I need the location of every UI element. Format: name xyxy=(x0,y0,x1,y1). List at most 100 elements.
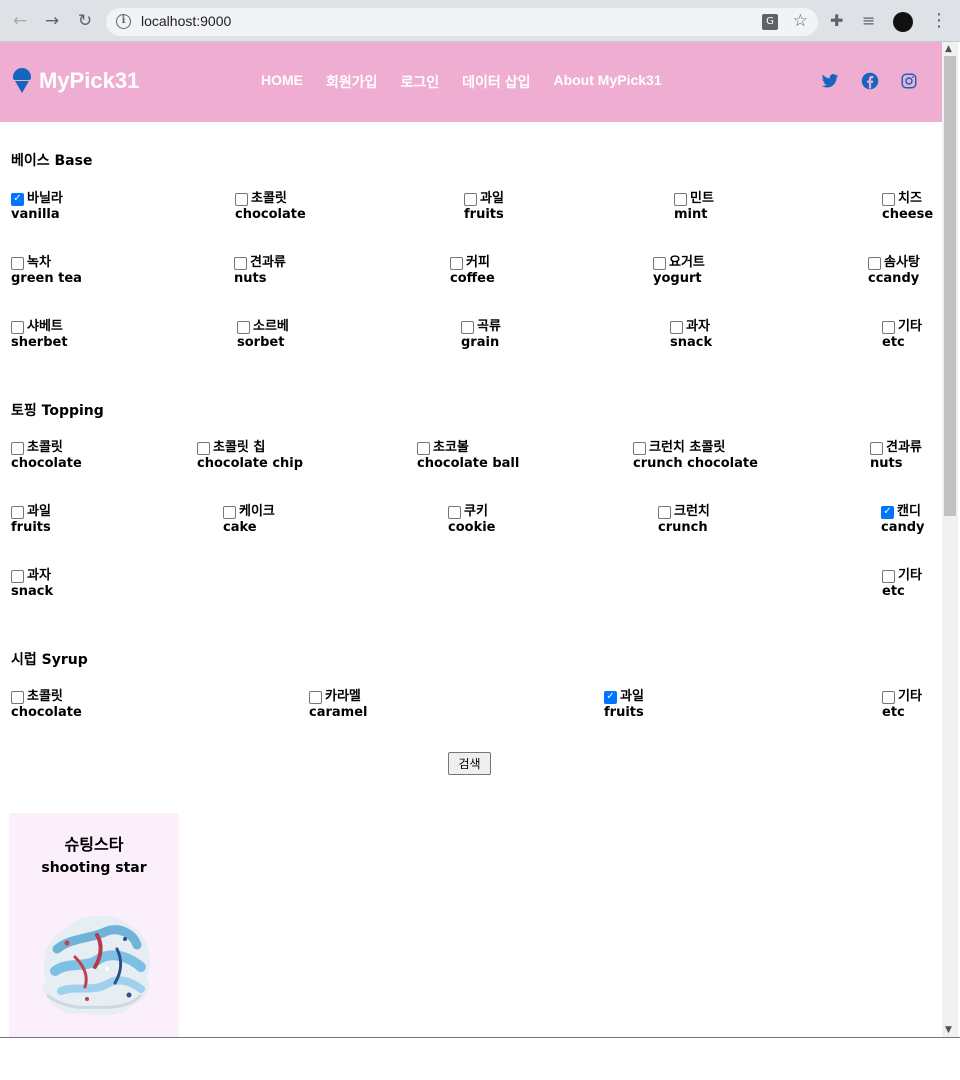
topping-checkbox[interactable] xyxy=(448,505,461,519)
nav-login[interactable]: 로그인 xyxy=(401,72,440,92)
base-option[interactable]: 샤베트 sherbet xyxy=(11,319,68,351)
base-option[interactable]: 과자 snack xyxy=(670,319,712,351)
nav-insert-data[interactable]: 데이터 삽입 xyxy=(462,72,530,92)
reading-list-icon[interactable]: ≡ xyxy=(862,11,875,31)
topping-option[interactable]: 케이크 cake xyxy=(223,504,275,536)
site-logo[interactable]: MyPick31 xyxy=(12,68,139,94)
topping-option[interactable]: 쿠키 cookie xyxy=(448,504,496,536)
base-option[interactable]: 녹차 green tea xyxy=(11,255,82,287)
syrup-option[interactable]: 카라멜 caramel xyxy=(309,689,367,721)
topping-option[interactable]: 크런치 crunch xyxy=(658,504,710,536)
topping-checkbox[interactable] xyxy=(11,441,24,455)
topping-checkbox[interactable] xyxy=(11,505,24,519)
topping-option[interactable]: 견과류 nuts xyxy=(870,440,922,472)
base-checkbox[interactable] xyxy=(11,256,24,270)
base-option[interactable]: 요거트 yogurt xyxy=(653,255,705,287)
base-checkbox[interactable] xyxy=(882,320,895,334)
url-text[interactable]: localhost:9000 xyxy=(141,13,231,29)
base-checkbox[interactable] xyxy=(234,256,247,270)
base-option[interactable]: 소르베 sorbet xyxy=(237,319,289,351)
base-checkbox[interactable] xyxy=(670,320,683,334)
nav-about[interactable]: About MyPick31 xyxy=(553,72,661,92)
nav-home[interactable]: HOME xyxy=(261,72,303,92)
nav-signup[interactable]: 회원가입 xyxy=(326,72,378,92)
topping-option-kr: 초코볼 xyxy=(433,440,469,455)
base-option[interactable]: ✓ 바닐라 vanilla xyxy=(11,191,63,223)
topping-checkbox[interactable] xyxy=(870,441,883,455)
syrup-option[interactable]: 기타 etc xyxy=(882,689,922,721)
base-option-kr: 곡류 xyxy=(477,319,501,334)
syrup-option[interactable]: ✓ 과일 fruits xyxy=(604,689,644,721)
syrup-option-kr: 카라멜 xyxy=(325,689,361,704)
base-checkbox[interactable] xyxy=(235,192,248,206)
address-bar[interactable]: i localhost:9000 G ☆ xyxy=(106,8,818,36)
syrup-checkbox[interactable]: ✓ xyxy=(604,690,617,704)
bookmark-star-icon[interactable]: ☆ xyxy=(793,11,808,31)
twitter-icon[interactable] xyxy=(821,72,841,92)
vertical-scrollbar[interactable]: ▲ ▼ xyxy=(942,42,958,1037)
top-nav: HOME 회원가입 로그인 데이터 삽입 About MyPick31 xyxy=(261,72,662,92)
syrup-checkbox[interactable] xyxy=(309,690,322,704)
base-option[interactable]: 솜사탕 ccandy xyxy=(868,255,920,287)
menu-kebab-icon[interactable]: ⋮ xyxy=(930,10,948,31)
base-checkbox[interactable] xyxy=(653,256,666,270)
base-checkbox[interactable] xyxy=(237,320,250,334)
base-checkbox[interactable] xyxy=(882,192,895,206)
scroll-down-arrow-icon[interactable]: ▼ xyxy=(945,1025,952,1035)
logo-text[interactable]: MyPick31 xyxy=(39,68,139,94)
scroll-up-arrow-icon[interactable]: ▲ xyxy=(945,44,952,54)
syrup-checkbox[interactable] xyxy=(11,690,24,704)
topping-option[interactable]: 과자 snack xyxy=(11,568,53,600)
base-option-en: sorbet xyxy=(237,335,285,350)
base-checkbox[interactable] xyxy=(674,192,687,206)
topping-checkbox[interactable]: ✓ xyxy=(881,505,894,519)
browser-toolbar: ← → ↻ i localhost:9000 G ☆ ✚ ≡ ⋮ xyxy=(0,0,960,42)
topping-checkbox[interactable] xyxy=(882,569,895,583)
topping-option[interactable]: 초콜릿 chocolate xyxy=(11,440,82,472)
scroll-thumb[interactable] xyxy=(944,56,956,516)
forward-icon[interactable]: → xyxy=(41,10,63,32)
base-checkbox[interactable] xyxy=(11,320,24,334)
topping-option[interactable]: 초코볼 chocolate ball xyxy=(417,440,519,472)
site-info-icon[interactable]: i xyxy=(116,14,131,29)
back-icon[interactable]: ← xyxy=(9,10,31,32)
extensions-icon[interactable]: ✚ xyxy=(830,11,843,31)
reload-icon[interactable]: ↻ xyxy=(74,10,96,32)
topping-checkbox[interactable] xyxy=(633,441,646,455)
topping-option-en: chocolate ball xyxy=(417,456,520,471)
base-checkbox[interactable] xyxy=(461,320,474,334)
base-option[interactable]: 커피 coffee xyxy=(450,255,495,287)
syrup-option[interactable]: 초콜릿 chocolate xyxy=(11,689,82,721)
topping-option[interactable]: 크런치 초콜릿 crunch chocolate xyxy=(633,440,758,472)
base-checkbox[interactable] xyxy=(450,256,463,270)
topping-checkbox[interactable] xyxy=(197,441,210,455)
topping-option[interactable]: ✓ 캔디 candy xyxy=(881,504,925,536)
base-option[interactable]: 민트 mint xyxy=(674,191,714,223)
base-checkbox[interactable]: ✓ xyxy=(11,192,24,206)
topping-option[interactable]: 기타 etc xyxy=(882,568,922,600)
instagram-icon[interactable] xyxy=(900,72,920,92)
topping-checkbox[interactable] xyxy=(417,441,430,455)
topping-checkbox[interactable] xyxy=(11,569,24,583)
base-checkbox[interactable] xyxy=(464,192,477,206)
profile-avatar[interactable] xyxy=(893,12,913,32)
base-option[interactable]: 치즈 cheese xyxy=(882,191,933,223)
base-option[interactable]: 초콜릿 chocolate xyxy=(235,191,306,223)
topping-checkbox[interactable] xyxy=(658,505,671,519)
topping-option-kr: 견과류 xyxy=(886,440,922,455)
base-option[interactable]: 기타 etc xyxy=(882,319,922,351)
base-option[interactable]: 곡류 grain xyxy=(461,319,501,351)
topping-option[interactable]: 초콜릿 칩 chocolate chip xyxy=(197,440,303,472)
base-option-en: grain xyxy=(461,335,500,350)
result-card[interactable]: 슈팅스타 shooting star xyxy=(9,813,179,1037)
syrup-checkbox[interactable] xyxy=(882,690,895,704)
topping-option[interactable]: 과일 fruits xyxy=(11,504,51,536)
topping-checkbox[interactable] xyxy=(223,505,236,519)
base-option[interactable]: 과일 fruits xyxy=(464,191,504,223)
translate-icon[interactable]: G xyxy=(762,14,778,30)
facebook-icon[interactable] xyxy=(861,72,881,92)
base-checkbox[interactable] xyxy=(868,256,881,270)
search-button[interactable]: 검색 xyxy=(448,752,491,775)
base-option[interactable]: 견과류 nuts xyxy=(234,255,286,287)
topping-option-kr: 쿠키 xyxy=(464,504,488,519)
